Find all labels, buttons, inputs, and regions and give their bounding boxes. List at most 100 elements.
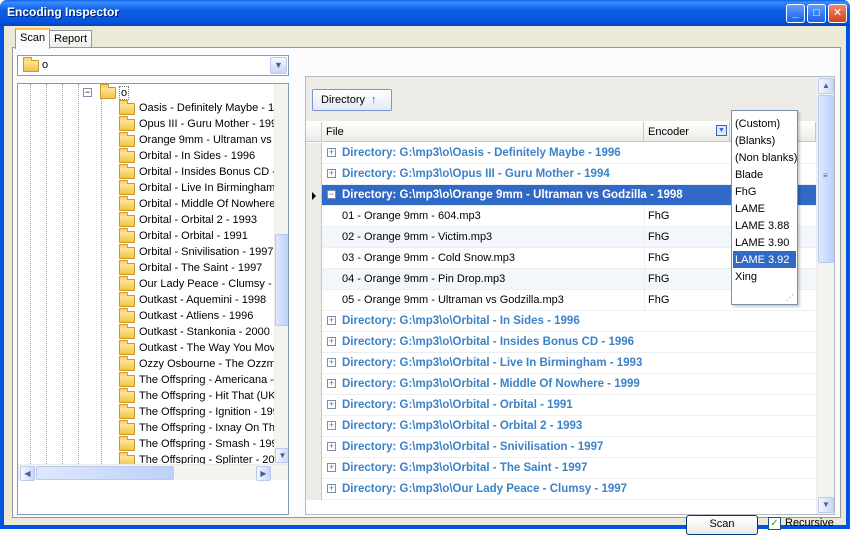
expand-icon[interactable]: +	[327, 379, 336, 388]
scroll-left-icon[interactable]: ◀	[20, 466, 35, 481]
file-cell[interactable]: 05 - Orange 9mm - Ultraman vs Godzilla.m…	[322, 290, 644, 311]
expand-icon[interactable]: +	[327, 169, 336, 178]
scroll-down-icon[interactable]: ▼	[275, 448, 288, 463]
tree-item[interactable]: Outkast - Stankonia - 2000	[18, 324, 274, 341]
collapse-icon[interactable]: −	[83, 88, 92, 97]
recursive-checkbox[interactable]: ✓	[768, 517, 781, 530]
group-row[interactable]: + Directory: G:\mp3\o\Orbital - Middle Of…	[306, 374, 816, 395]
scroll-right-icon[interactable]: ▶	[256, 466, 271, 481]
row-indicator	[306, 269, 322, 290]
expand-icon[interactable]: +	[327, 316, 336, 325]
close-icon[interactable]: ✕	[828, 4, 847, 23]
filter-option[interactable]: LAME 3.90	[733, 234, 796, 251]
filter-option[interactable]: LAME 3.92	[733, 251, 796, 268]
tree-item[interactable]: Orbital - Snivilisation - 1997	[18, 244, 274, 261]
group-row[interactable]: + Directory: G:\mp3\o\Our Lady Peace - Cl…	[306, 479, 816, 500]
grid-scroll-thumb[interactable]: ≡	[818, 95, 834, 263]
group-row[interactable]: + Directory: G:\mp3\o\Orbital - Snivilisa…	[306, 437, 816, 458]
tree-hscroll-thumb[interactable]	[36, 466, 174, 480]
encoder-cell[interactable]: FhG	[644, 269, 730, 290]
scroll-down-icon[interactable]: ▼	[818, 497, 834, 513]
encoder-cell[interactable]: FhG	[644, 227, 730, 248]
column-header-file[interactable]: File	[322, 122, 644, 142]
group-row[interactable]: + Directory: G:\mp3\o\Orbital - Live In B…	[306, 353, 816, 374]
expand-icon[interactable]: +	[327, 484, 336, 493]
filter-option[interactable]: Xing	[733, 268, 796, 285]
expand-icon[interactable]: +	[327, 337, 336, 346]
folder-icon	[119, 324, 135, 339]
group-row[interactable]: + Directory: G:\mp3\o\Orbital - The Saint…	[306, 458, 816, 479]
group-row[interactable]: + Directory: G:\mp3\o\Orbital - Insides B…	[306, 332, 816, 353]
tree-root-node[interactable]: − o	[18, 84, 288, 101]
tree-item[interactable]: Ozzy Osbourne - The Ozzman Cometh	[18, 356, 288, 373]
file-cell[interactable]: 04 - Orange 9mm - Pin Drop.mp3	[322, 269, 644, 290]
filter-icon[interactable]: ▼	[716, 125, 727, 136]
collapse-icon[interactable]: −	[327, 190, 336, 199]
chevron-down-icon[interactable]: ▼	[270, 57, 287, 74]
group-row[interactable]: + Directory: G:\mp3\o\Orbital - Orbital 2…	[306, 416, 816, 437]
group-row-label: Directory: G:\mp3\o\Orbital - Insides Bo…	[342, 336, 635, 348]
filter-option[interactable]: (Non blanks)	[733, 149, 797, 166]
tree-item[interactable]: Orbital - In Sides - 1996	[18, 148, 274, 165]
tree-item-label: Oasis - Definitely Maybe - 1996	[139, 102, 289, 114]
maximize-icon[interactable]: □	[807, 4, 826, 23]
tree-item[interactable]: Orbital - Insides Bonus CD - 1996	[18, 164, 288, 181]
expand-icon[interactable]: +	[327, 421, 336, 430]
encoder-cell[interactable]: FhG	[644, 206, 730, 227]
tree-item[interactable]: Our Lady Peace - Clumsy - 1997	[18, 276, 288, 293]
expand-icon[interactable]: +	[327, 148, 336, 157]
folder-combo[interactable]: o ▼	[17, 55, 289, 76]
row-indicator	[306, 227, 322, 248]
tree-item[interactable]: Orbital - Orbital 2 - 1993	[18, 212, 274, 229]
filter-option[interactable]: Blade	[733, 166, 796, 183]
row-indicator	[306, 206, 322, 227]
encoder-filter-dropdown[interactable]: (Custom) (Blanks) (Non blanks) Blade FhG LAME…	[731, 110, 798, 305]
group-row[interactable]: + Directory: G:\mp3\o\Orbital - Orbital -…	[306, 395, 816, 416]
filter-option[interactable]: LAME 3.88	[733, 217, 796, 234]
tree-item[interactable]: The Offspring - Hit That (UK	[18, 388, 276, 405]
scan-button[interactable]: Scan	[686, 515, 758, 535]
group-by-directory-button[interactable]: Directory ↑	[312, 89, 392, 111]
tree-item[interactable]: Outkast - Atliens - 1996	[18, 308, 274, 325]
tree-item[interactable]: The Offspring - Ixnay On The Hombre	[18, 420, 288, 437]
resize-grip-icon[interactable]: ⋰	[786, 293, 794, 302]
recursive-label: Recursive	[785, 517, 834, 529]
grid-vertical-scrollbar[interactable]: ▲ ≡ ▼	[816, 77, 834, 514]
tree-item[interactable]: Orbital - The Saint - 1997	[18, 260, 274, 277]
tree-item[interactable]: Outkast - Aquemini - 1998	[18, 292, 274, 309]
tree-item[interactable]: The Offspring - Americana - 1998	[18, 372, 288, 389]
file-cell[interactable]: 02 - Orange 9mm - Victim.mp3	[322, 227, 644, 248]
tree-horizontal-scrollbar[interactable]: ◀ ▶	[18, 464, 288, 481]
group-row[interactable]: + Directory: G:\mp3\o\Orbital - In Sides …	[306, 311, 816, 332]
tree-item[interactable]: The Offspring - Ignition - 1992	[18, 404, 285, 421]
minimize-icon[interactable]: _	[786, 4, 805, 23]
tree-item[interactable]: Orbital - Middle Of Nowhere - 1999	[18, 196, 288, 213]
filter-option[interactable]: (Custom)	[733, 115, 796, 132]
tree-item[interactable]: The Offspring - Smash - 1994	[18, 436, 284, 453]
tree-item[interactable]: Outkast - The Way You Move	[18, 340, 281, 357]
file-cell[interactable]: 03 - Orange 9mm - Cold Snow.mp3	[322, 248, 644, 269]
expand-icon[interactable]: +	[327, 358, 336, 367]
folder-tree[interactable]: − o Oasis - Definitely Maybe - 1996 Opus …	[17, 83, 289, 515]
tree-scroll-thumb[interactable]	[275, 234, 288, 326]
tree-item[interactable]: Orbital - Orbital - 1991	[18, 228, 274, 245]
filter-option[interactable]: FhG	[733, 183, 796, 200]
scroll-up-icon[interactable]: ▲	[818, 78, 834, 94]
expand-icon[interactable]: +	[327, 442, 336, 451]
file-cell[interactable]: 01 - Orange 9mm - 604.mp3	[322, 206, 644, 227]
title-bar[interactable]: Encoding Inspector _ □ ✕	[0, 0, 850, 26]
expand-icon[interactable]: +	[327, 400, 336, 409]
column-header-encoder[interactable]: Encoder ▼	[644, 122, 730, 142]
tree-item[interactable]: Orbital - Live In Birmingham - 1993	[18, 180, 288, 197]
encoder-cell[interactable]: FhG	[644, 248, 730, 269]
filter-option[interactable]: LAME	[733, 200, 796, 217]
encoder-cell[interactable]: FhG	[644, 290, 730, 311]
tree-item[interactable]: Opus III - Guru Mother - 1994	[18, 116, 283, 133]
filter-option[interactable]: (Blanks)	[733, 132, 796, 149]
tree-item[interactable]: Orange 9mm - Ultraman vs Godzilla - 1998	[18, 132, 288, 149]
tree-vertical-scrollbar[interactable]: ▼	[274, 84, 288, 464]
group-row-label: Directory: G:\mp3\o\Orbital - Live In Bi…	[342, 357, 643, 369]
tree-item[interactable]: Oasis - Definitely Maybe - 1996	[18, 100, 288, 117]
tab-scan[interactable]: Scan	[15, 28, 51, 49]
expand-icon[interactable]: +	[327, 463, 336, 472]
